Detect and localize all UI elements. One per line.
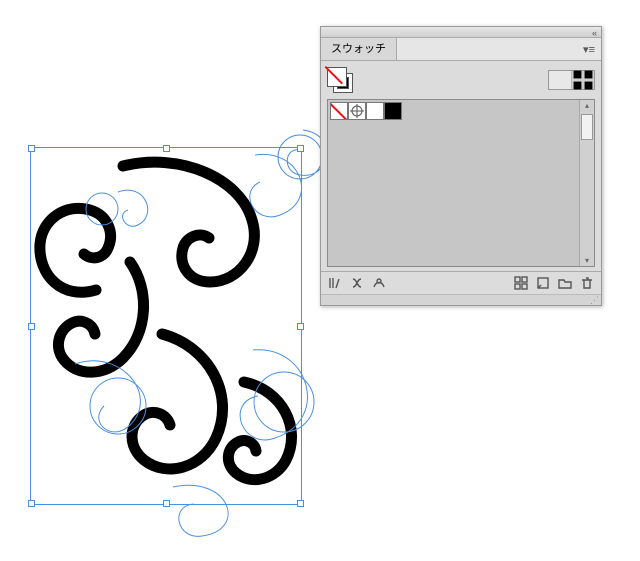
handle-s[interactable] bbox=[163, 500, 170, 507]
swatch-list-area: ▴ ▾ bbox=[327, 99, 595, 267]
delete-swatch-button[interactable] bbox=[577, 274, 597, 292]
swatch-black[interactable] bbox=[384, 102, 402, 120]
scroll-up-icon[interactable]: ▴ bbox=[580, 101, 594, 110]
folder-icon bbox=[558, 276, 572, 290]
swatch-registration[interactable] bbox=[348, 102, 366, 120]
grid-icon bbox=[572, 69, 594, 91]
panel-body: ▴ ▾ bbox=[321, 61, 601, 271]
scroll-down-icon[interactable]: ▾ bbox=[580, 256, 594, 265]
view-mode-buttons bbox=[548, 70, 595, 90]
list-icon bbox=[549, 69, 571, 91]
new-color-group-button[interactable] bbox=[511, 274, 531, 292]
swatch-options-button[interactable] bbox=[369, 274, 389, 292]
registration-icon bbox=[350, 104, 364, 118]
swatches-panel: « スウォッチ ▾≡ bbox=[320, 26, 602, 306]
handle-e[interactable] bbox=[297, 323, 304, 330]
show-swatch-kinds-button[interactable] bbox=[347, 274, 367, 292]
open-folder-button[interactable] bbox=[555, 274, 575, 292]
panel-header: スウォッチ ▾≡ bbox=[321, 38, 601, 61]
fill-stroke-indicator[interactable] bbox=[327, 67, 353, 93]
scroll-thumb[interactable] bbox=[581, 114, 593, 140]
list-view-button[interactable] bbox=[549, 71, 571, 89]
grid-view-button[interactable] bbox=[571, 71, 594, 89]
new-swatch-icon bbox=[536, 276, 550, 290]
swatch-white[interactable] bbox=[366, 102, 384, 120]
handle-w[interactable] bbox=[28, 323, 35, 330]
new-swatch-button[interactable] bbox=[533, 274, 553, 292]
swatch-none[interactable] bbox=[330, 102, 348, 120]
swatch-options-icon bbox=[372, 276, 386, 290]
trash-icon bbox=[580, 276, 594, 290]
fill-swatch[interactable] bbox=[327, 67, 347, 87]
panel-footer bbox=[321, 271, 601, 294]
handle-nw[interactable] bbox=[28, 145, 35, 152]
selection-bounding-box[interactable] bbox=[30, 147, 302, 505]
swatches-tab[interactable]: スウォッチ bbox=[321, 38, 397, 60]
handle-ne[interactable] bbox=[297, 145, 304, 152]
panel-menu-icon[interactable]: ▾≡ bbox=[583, 43, 595, 56]
show-swatch-kinds-icon bbox=[350, 276, 364, 290]
swatch-libraries-button[interactable] bbox=[325, 274, 345, 292]
panel-resize-grip[interactable]: ⋰ bbox=[321, 294, 601, 305]
handle-n[interactable] bbox=[163, 145, 170, 152]
handle-sw[interactable] bbox=[28, 500, 35, 507]
swatch-libraries-icon bbox=[328, 276, 342, 290]
handle-se[interactable] bbox=[297, 500, 304, 507]
swatch-list bbox=[328, 100, 579, 266]
collapse-panel-icon[interactable]: « bbox=[592, 28, 597, 38]
swatch-scrollbar[interactable]: ▴ ▾ bbox=[579, 100, 594, 266]
panel-drag-bar[interactable]: « bbox=[321, 27, 601, 38]
new-color-group-icon bbox=[514, 276, 528, 290]
